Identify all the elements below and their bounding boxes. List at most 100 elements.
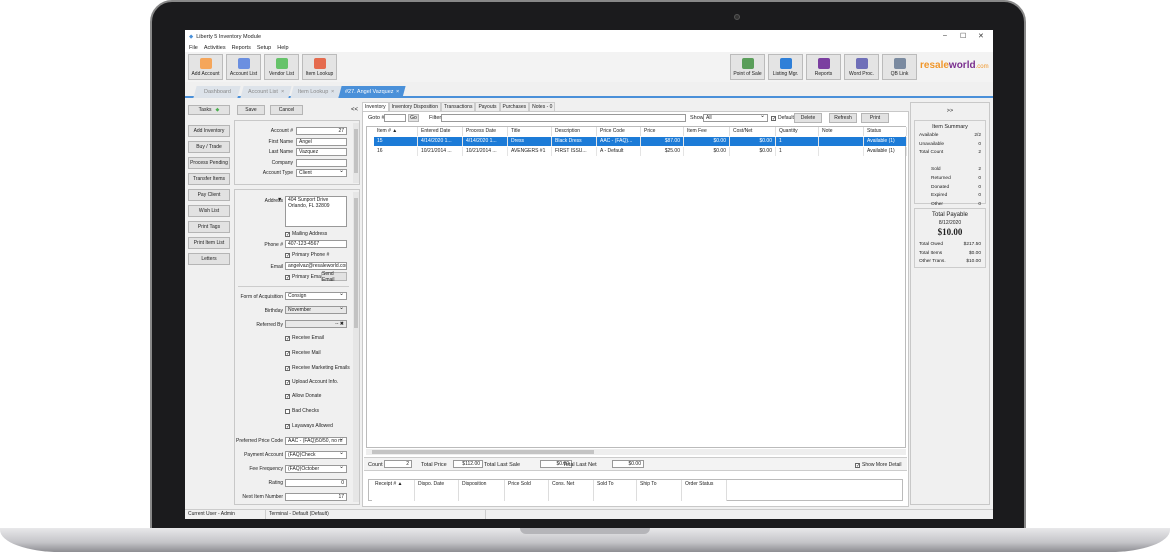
menu-setup[interactable]: Setup bbox=[257, 45, 271, 51]
menu-activities[interactable]: Activities bbox=[204, 45, 226, 51]
subtab-inventory[interactable]: Inventory bbox=[362, 102, 389, 111]
preferred-price-code-field[interactable]: AAC - (FAQ)50/50, no m bbox=[285, 437, 347, 445]
layaways-allowed-checkbox[interactable]: ✓Layaways Allowed bbox=[285, 423, 333, 429]
listing-mgr-button[interactable]: Listing Mgr. bbox=[768, 54, 803, 80]
column-header-sold-to[interactable]: Sold To bbox=[594, 480, 637, 501]
transfer-items-button[interactable]: Transfer Items bbox=[188, 173, 230, 185]
menu-help[interactable]: Help bbox=[277, 45, 288, 51]
subtab-notes-0[interactable]: Notes - 0 bbox=[529, 102, 555, 111]
payment-account-field[interactable]: (FAQ)Check bbox=[285, 451, 347, 459]
bad-checks-checkbox[interactable]: Bad Checks bbox=[285, 408, 319, 414]
column-header-item[interactable]: Item # ▲ bbox=[374, 127, 418, 136]
primary-phone-checkbox[interactable]: ✓Primary Phone # bbox=[285, 252, 329, 258]
column-header-entered-date[interactable]: Entered Date bbox=[418, 127, 463, 136]
tab-dashboard[interactable]: Dashboard bbox=[193, 86, 240, 98]
column-header-description[interactable]: Description bbox=[552, 127, 597, 136]
delete-button[interactable]: Delete bbox=[794, 113, 822, 123]
next-item-number-field[interactable]: 17 bbox=[285, 493, 347, 501]
letters-button[interactable]: Letters bbox=[188, 253, 230, 265]
collapse-panel-button[interactable]: << bbox=[351, 107, 358, 113]
vendor-list-button[interactable]: Vendor List bbox=[264, 54, 299, 80]
column-header-cost-net[interactable]: Cost/Net bbox=[730, 127, 776, 136]
column-header-price-sold[interactable]: Price Sold bbox=[505, 480, 549, 501]
word-proc-button[interactable]: Word Proc. bbox=[844, 54, 879, 80]
maximize-button[interactable]: ☐ bbox=[960, 32, 966, 40]
column-header-receipt[interactable]: Receipt # ▲ bbox=[372, 480, 415, 501]
filter-input[interactable] bbox=[441, 114, 686, 122]
account-list-button[interactable]: Account List bbox=[226, 54, 261, 80]
qb-link-button[interactable]: QB Link bbox=[882, 54, 917, 80]
save-button[interactable]: Save bbox=[237, 105, 265, 115]
cancel-button[interactable]: Cancel bbox=[270, 105, 303, 115]
pay-client-button[interactable]: Pay Client bbox=[188, 189, 230, 201]
mailing-address-checkbox[interactable]: ✓Mailing Address bbox=[285, 231, 327, 237]
item-lookup-button[interactable]: Item Lookup bbox=[302, 54, 337, 80]
close-button[interactable]: ✕ bbox=[978, 32, 984, 40]
tab-27-angel-vazquez[interactable]: #27. Angel Vazquez× bbox=[338, 86, 405, 98]
last-name-field[interactable]: Vazquez bbox=[296, 148, 347, 156]
default-checkbox[interactable]: ✓Default bbox=[771, 115, 794, 121]
upload-account-info-checkbox[interactable]: ✓Upload Account Info. bbox=[285, 379, 338, 385]
close-tab-icon[interactable]: × bbox=[331, 89, 334, 95]
receive-mail-checkbox[interactable]: ✓Receive Mail bbox=[285, 350, 321, 356]
primary-email-checkbox[interactable]: ✓Primary Email bbox=[285, 274, 323, 280]
birthday-select[interactable]: November bbox=[285, 306, 347, 314]
wish-list-button[interactable]: Wish List bbox=[188, 205, 230, 217]
column-header-order-status[interactable]: Order Status bbox=[682, 480, 727, 501]
column-header-title[interactable]: Title bbox=[508, 127, 552, 136]
expand-summary-button[interactable]: >> bbox=[911, 108, 989, 114]
send-email-button[interactable]: Send Email bbox=[321, 272, 347, 281]
tab-account-list[interactable]: Account List× bbox=[240, 86, 291, 98]
address-field[interactable]: 404 Sunport Drive Orlando, FL 32809 bbox=[285, 196, 347, 227]
go-button[interactable]: Go bbox=[408, 114, 419, 122]
company-field[interactable] bbox=[296, 159, 347, 167]
clear-referral-icon[interactable]: -- ✖ bbox=[335, 321, 344, 327]
menu-file[interactable]: File bbox=[189, 45, 198, 51]
horizontal-scrollbar[interactable] bbox=[366, 449, 906, 455]
form-of-acquisition-select[interactable]: Consign bbox=[285, 292, 347, 300]
email-field[interactable]: angelvaz@resaleworld.com bbox=[285, 262, 347, 270]
print-button[interactable]: Print bbox=[861, 113, 889, 123]
subtab-purchases[interactable]: Purchases bbox=[500, 102, 530, 111]
menu-reports[interactable]: Reports bbox=[232, 45, 251, 51]
show-select[interactable]: All bbox=[703, 114, 768, 122]
tasks-button[interactable]: Tasks◆ bbox=[188, 105, 230, 115]
account-type-field[interactable]: Client bbox=[296, 169, 347, 177]
show-more-detail-checkbox[interactable]: ✓Show More Detail bbox=[855, 462, 901, 468]
account-scrollbar[interactable] bbox=[353, 123, 359, 183]
print-tags-button[interactable]: Print Tags bbox=[188, 221, 230, 233]
goto-input[interactable] bbox=[384, 114, 406, 122]
column-header-note[interactable]: Note bbox=[819, 127, 864, 136]
close-tab-icon[interactable]: × bbox=[396, 89, 399, 95]
buy-trade-button[interactable]: Buy / Trade bbox=[188, 141, 230, 153]
table-row[interactable]: 154/14/2020 1...4/14/2020 1...DressBlack… bbox=[367, 137, 907, 146]
point-of-sale-button[interactable]: Point of Sale bbox=[730, 54, 765, 80]
column-header-item-fee[interactable]: Item Fee bbox=[684, 127, 730, 136]
print-item-list-button[interactable]: Print Item List bbox=[188, 237, 230, 249]
column-header-dispo-date[interactable]: Dispo. Date bbox=[415, 480, 459, 501]
refresh-button[interactable]: Refresh bbox=[829, 113, 857, 123]
add-inventory-button[interactable]: Add Inventory bbox=[188, 125, 230, 137]
table-row[interactable]: 1610/21/2014 ...10/21/2014 ...AVENGERS #… bbox=[367, 147, 907, 156]
close-tab-icon[interactable]: × bbox=[281, 89, 284, 95]
add-account-button[interactable]: Add Account bbox=[188, 54, 223, 80]
receive-marketing-emails-checkbox[interactable]: ✓Receive Marketing Emails bbox=[285, 365, 350, 371]
fee-frequency-field[interactable]: (FAQ)October bbox=[285, 465, 347, 473]
contact-scrollbar[interactable] bbox=[353, 192, 359, 502]
column-header-ship-to[interactable]: Ship To bbox=[637, 480, 682, 501]
account-field[interactable]: 27 bbox=[296, 127, 347, 135]
referred-by-field[interactable]: -- ✖ bbox=[285, 320, 347, 328]
subtab-transactions[interactable]: Transactions bbox=[441, 102, 475, 111]
reports-button[interactable]: Reports bbox=[806, 54, 841, 80]
minimize-button[interactable]: – bbox=[943, 32, 947, 39]
subtab-payouts[interactable]: Payouts bbox=[475, 102, 499, 111]
allow-donate-checkbox[interactable]: ✓Allow Donate bbox=[285, 393, 321, 399]
column-header-process-date[interactable]: Process Date bbox=[463, 127, 508, 136]
subtab-inventory-disposition[interactable]: Inventory Disposition bbox=[389, 102, 441, 111]
column-header-disposition[interactable]: Disposition bbox=[459, 480, 505, 501]
tab-item-lookup[interactable]: Item Lookup× bbox=[290, 86, 341, 98]
column-header-price-code[interactable]: Price Code bbox=[597, 127, 641, 136]
column-header-cons-net[interactable]: Cons. Net bbox=[549, 480, 594, 501]
rating-field[interactable]: 0 bbox=[285, 479, 347, 487]
first-name-field[interactable]: Angel bbox=[296, 138, 347, 146]
